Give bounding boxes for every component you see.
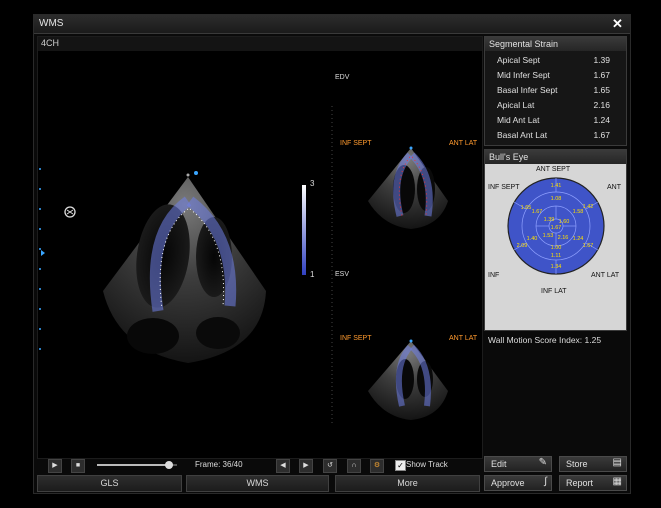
close-button[interactable]: ✕ [610, 16, 625, 31]
edit-icon: ✎ [538, 457, 547, 468]
ultrasound-view[interactable]: 4CH 3 1 EDV INF SEPT ANT LAT ESV INF SEP… [37, 36, 483, 459]
segment-value: 1.41 [551, 183, 562, 189]
bullseye-label-inf: INF [488, 272, 500, 279]
bulls-eye-title: Bull's Eye [485, 150, 626, 164]
segment-value: 1.67 [551, 225, 562, 231]
edv-image [368, 146, 448, 229]
segmental-strain-list: Apical Sept 1.39 Mid Infer Sept 1.67 Basal… [485, 51, 626, 142]
report-icon: ▦ [612, 476, 622, 487]
edv-label: EDV [335, 74, 350, 81]
segment-value: 1.67 [583, 243, 594, 249]
prev-frame-button[interactable]: ◀ [276, 459, 290, 473]
probe-orientation-icon [64, 206, 76, 218]
stop-button[interactable]: ■ [71, 459, 85, 473]
window-title: WMS [39, 18, 64, 29]
segment-value: 1.53 [543, 233, 554, 239]
tab-gls[interactable]: GLS [37, 475, 182, 492]
title-bar: WMS ✕ [34, 15, 630, 34]
view-header: 4CH [38, 37, 482, 51]
segment-value: 2.16 [558, 235, 569, 241]
strain-row: Mid Infer Sept 1.67 [497, 70, 610, 80]
approve-icon: ∫ [544, 476, 547, 487]
store-icon: ▤ [612, 457, 622, 468]
track-tool-icon[interactable]: ↺ [323, 459, 337, 473]
wms-index: Wall Motion Score Index: 1.25 [488, 335, 602, 345]
frame-slider-fill [97, 464, 169, 466]
segment-value: 1.11 [551, 253, 561, 259]
bullseye-label-ant: ANT [607, 184, 621, 191]
edv-inf-sept-label: INF SEPT [340, 140, 372, 147]
bullseye-label-ant-sept: ANT SEPT [536, 166, 571, 173]
approve-button[interactable]: Approve ∫ [484, 475, 552, 491]
bullseye-label-inf-sept: INF SEPT [488, 184, 520, 191]
report-button[interactable]: Report ▦ [559, 475, 627, 491]
strain-row: Basal Ant Lat 1.67 [497, 130, 610, 140]
strain-row: Apical Lat 2.16 [497, 100, 610, 110]
tab-more[interactable]: More [335, 475, 480, 492]
segment-value: 1.08 [551, 196, 562, 202]
segment-value: 1.34 [551, 264, 562, 270]
bullseye-label-ant-lat: ANT LAT [591, 272, 620, 279]
segment-value: 1.65 [521, 205, 532, 211]
frame-slider-handle[interactable] [165, 461, 173, 469]
segmental-strain-panel: Segmental Strain Apical Sept 1.39 Mid Inf… [484, 36, 627, 146]
esv-image [368, 339, 448, 420]
frame-counter: Frame: 36/40 [195, 460, 243, 469]
segment-value: 1.24 [573, 236, 584, 242]
store-button[interactable]: Store ▤ [559, 456, 627, 472]
segment-value: 1.42 [583, 204, 594, 210]
segment-value: 1.40 [527, 236, 538, 242]
settings-tool-icon[interactable]: ⚙ [370, 459, 384, 473]
edv-ant-lat-label: ANT LAT [449, 140, 478, 147]
segment-value: 1.39 [544, 217, 555, 223]
strain-row: Apical Sept 1.39 [497, 55, 610, 65]
strain-color-scale [302, 185, 306, 275]
next-frame-button[interactable]: ▶ [299, 459, 313, 473]
bulls-eye-chart: 1.41 1.08 1.65 1.67 1.39 1.60 1.58 1.42 … [507, 177, 605, 275]
depth-ruler [39, 168, 45, 350]
bullseye-label-inf-lat: INF LAT [541, 288, 567, 295]
app-window: WMS ✕ 4CH 3 1 EDV INF SEPT ANT LAT ESV I… [33, 14, 631, 494]
view-label: 4CH [41, 38, 60, 48]
esv-ant-lat-label: ANT LAT [449, 335, 478, 342]
segment-value: 1.00 [551, 245, 562, 251]
strain-row: Mid Ant Lat 1.24 [497, 115, 610, 125]
segment-value: 2.09 [517, 243, 528, 249]
bulls-eye-panel: Bull's Eye 1.41 1.08 1.65 1.67 1.39 1.60… [484, 149, 627, 331]
play-button[interactable]: ▶ [48, 459, 62, 473]
edit-button[interactable]: Edit ✎ [484, 456, 552, 472]
show-track-label: Show Track [406, 460, 448, 469]
show-track-checkbox[interactable]: ✓ [395, 460, 406, 471]
bulls-eye-area: 1.41 1.08 1.65 1.67 1.39 1.60 1.58 1.42 … [485, 164, 626, 330]
apex-marker-icon [194, 171, 198, 175]
scale-max: 3 [310, 179, 315, 188]
ultrasound-image [39, 106, 448, 426]
segment-value: 1.67 [532, 209, 543, 215]
strain-row: Basal Infer Sept 1.65 [497, 85, 610, 95]
segmental-strain-title: Segmental Strain [485, 37, 626, 51]
esv-inf-sept-label: INF SEPT [340, 335, 372, 342]
esv-label: ESV [335, 271, 350, 278]
tab-wms[interactable]: WMS [186, 475, 329, 492]
playback-bar: ▶ ■ Frame: 36/40 ◀ ▶ ↺ ∩ ⚙ ✓ Show Track [37, 458, 481, 473]
frame-slider[interactable] [97, 461, 177, 469]
scale-min: 1 [310, 270, 315, 279]
contour-tool-icon[interactable]: ∩ [347, 459, 361, 473]
